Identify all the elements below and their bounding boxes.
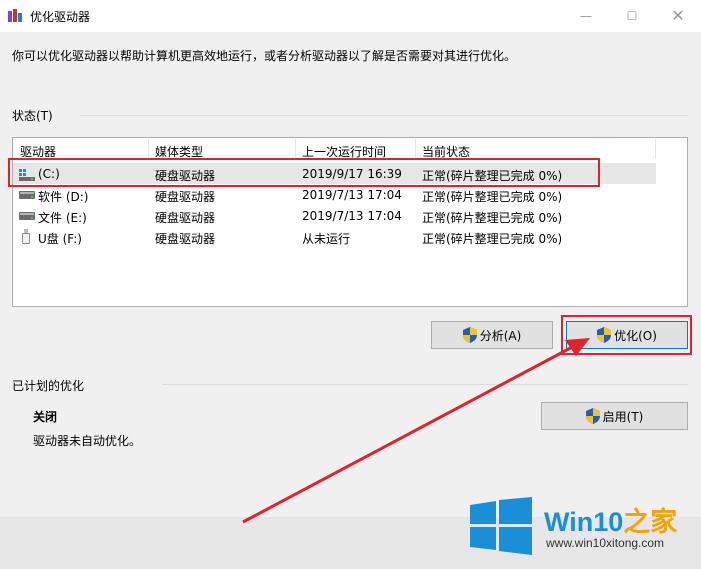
- watermark-url: www.win10xitong.com: [546, 536, 665, 550]
- watermark-brand-suffix: 之家: [623, 507, 678, 537]
- watermark-brand-name: Win10: [544, 507, 624, 537]
- windows-logo-icon: [470, 497, 532, 555]
- annotation-arrow: [242, 338, 590, 524]
- watermark-brand: Win10之家: [544, 500, 677, 539]
